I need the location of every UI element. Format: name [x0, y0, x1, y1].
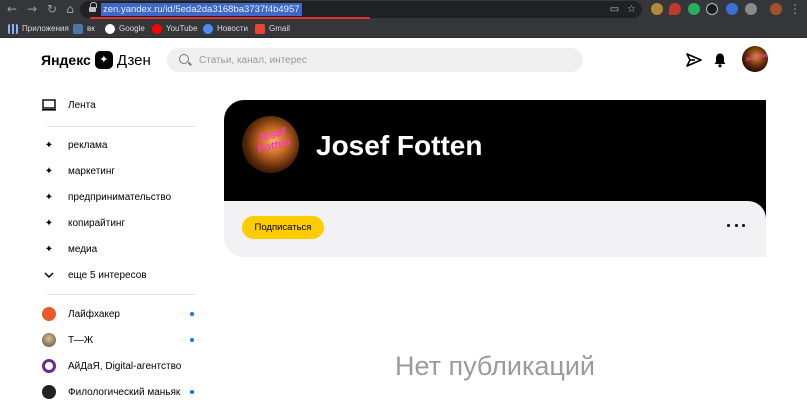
logo-yandex: Яндекс [41, 52, 91, 68]
extension-icon[interactable] [669, 3, 681, 15]
channel-avatar-icon [42, 333, 56, 347]
sidebar-item-interest[interactable]: ✦ медиа [40, 239, 196, 259]
bookmark-google[interactable]: Google [105, 21, 145, 36]
sidebar-item-label: медиа [68, 243, 98, 255]
gmail-icon [255, 23, 265, 34]
sidebar-item-interest[interactable]: ✦ реклама [40, 135, 196, 155]
more-options-icon[interactable] [727, 220, 745, 230]
channel-avatar-icon [42, 359, 56, 373]
sidebar-item-label: АйДаЯ, Digital-агентство [68, 360, 182, 372]
sidebar-item-interest[interactable]: ✦ предпринимательство [40, 187, 196, 207]
sidebar-item-channel[interactable]: АйДаЯ, Digital-агентство [40, 356, 196, 376]
bookmark-label: Приложения [22, 24, 69, 33]
channel-avatar-icon [42, 307, 56, 321]
extension-icon[interactable] [726, 3, 738, 15]
sidebar-item-interest[interactable]: ✦ копирайтинг [40, 213, 196, 233]
sidebar-item-label: копирайтинг [68, 217, 126, 229]
sidebar-item-label: маркетинг [68, 165, 116, 177]
bookmark-star-icon[interactable]: ☆ [625, 3, 638, 16]
user-avatar[interactable]: Josef Fotten [742, 46, 768, 72]
apps-grid-icon [8, 23, 18, 34]
zen-page: Яндекс Дзен Josef Fotten Лента ✦ реклама… [0, 38, 807, 402]
extension-icon[interactable] [745, 3, 757, 15]
forward-icon[interactable]: → [24, 1, 40, 17]
sidebar-item-feed[interactable]: Лента [40, 95, 196, 115]
feed-monitor-icon [40, 98, 58, 112]
sparkle-icon: ✦ [44, 139, 54, 151]
bookmarks-bar: Приложения вк Google YouTube Новости Gma… [0, 19, 807, 38]
sidebar-item-label: Лента [68, 99, 96, 111]
logo-dzen: Дзен [116, 51, 151, 69]
bookmark-label: Новости [217, 24, 248, 33]
send-icon[interactable] [686, 52, 702, 68]
bookmark-label: вк [87, 24, 95, 33]
sidebar-item-label: Т—Ж [68, 334, 94, 346]
sidebar-item-channel[interactable]: Т—Ж [40, 330, 196, 350]
zen-logo[interactable]: Яндекс Дзен [41, 50, 151, 70]
sidebar-more-interests[interactable]: еще 5 интересов [40, 265, 196, 285]
sidebar-item-label: реклама [68, 139, 108, 151]
home-icon[interactable]: ⌂ [62, 1, 78, 17]
subscribe-button[interactable]: Подписаться [242, 216, 324, 239]
sidebar-item-label: предпринимательство [68, 191, 172, 203]
back-icon[interactable]: ← [4, 1, 20, 17]
bookmark-vk[interactable]: вк [73, 21, 95, 36]
unread-dot [190, 338, 194, 342]
sidebar-item-label: Филологический маньяк [68, 386, 181, 398]
sparkle-icon: ✦ [44, 217, 54, 229]
extension-icon[interactable] [651, 3, 663, 15]
zen-star-icon [94, 51, 113, 69]
channel-avatar-icon [42, 385, 56, 399]
bookmark-label: Google [119, 24, 145, 33]
news-icon [203, 23, 213, 34]
menu-dots-icon[interactable]: ⋮ [787, 1, 803, 17]
bookmark-label: YouTube [166, 24, 198, 33]
youtube-icon [152, 23, 162, 34]
reload-icon[interactable]: ↻ [44, 1, 60, 17]
browser-toolbar: ← → ↻ ⌂ zen.yandex.ru/id/5eda2da3168ba37… [0, 0, 807, 19]
sidebar-item-channel[interactable]: Лайфхакер [40, 304, 196, 324]
sidebar-item-interest[interactable]: ✦ маркетинг [40, 161, 196, 181]
extension-icon[interactable] [706, 3, 718, 15]
sidebar-divider [47, 126, 195, 127]
unread-dot [190, 312, 194, 316]
avatar-caption: Josef Fotten [256, 125, 292, 156]
sparkle-icon: ✦ [44, 165, 54, 177]
sidebar-item-channel[interactable]: Филологический маньяк [40, 382, 196, 402]
sparkle-icon: ✦ [44, 191, 54, 203]
address-bar[interactable]: zen.yandex.ru/id/5eda2da3168ba3737f4b495… [80, 1, 642, 19]
channel-cover [224, 100, 766, 201]
cast-icon[interactable]: ▭ [608, 3, 621, 16]
url-text[interactable]: zen.yandex.ru/id/5eda2da3168ba3737f4b495… [101, 3, 302, 16]
avatar-caption: Josef Fotten [744, 50, 768, 64]
sidebar-divider [47, 294, 195, 295]
search-bar[interactable] [167, 48, 583, 72]
sparkle-icon: ✦ [44, 243, 54, 255]
chevron-down-icon [40, 268, 58, 282]
vk-icon [73, 23, 83, 34]
bookmark-apps[interactable]: Приложения [8, 21, 69, 36]
bookmark-label: Gmail [269, 24, 290, 33]
lock-icon [89, 2, 97, 13]
google-icon [105, 23, 115, 34]
unread-dot [190, 390, 194, 394]
channel-avatar[interactable]: Josef Fotten [242, 116, 299, 173]
empty-state-text: Нет публикаций [394, 351, 596, 381]
search-icon [179, 54, 189, 64]
search-input[interactable] [199, 48, 569, 72]
bookmark-youtube[interactable]: YouTube [152, 21, 197, 36]
channel-title: Josef Fotten [316, 130, 483, 161]
sidebar-item-label: Лайфхакер [68, 308, 120, 320]
bell-icon[interactable] [712, 52, 728, 68]
sidebar-item-label: еще 5 интересов [68, 269, 147, 281]
bookmark-gmail[interactable]: Gmail [255, 21, 290, 36]
extension-icon[interactable] [688, 3, 700, 15]
bookmark-news[interactable]: Новости [203, 21, 248, 36]
profile-avatar-icon[interactable] [770, 3, 782, 15]
